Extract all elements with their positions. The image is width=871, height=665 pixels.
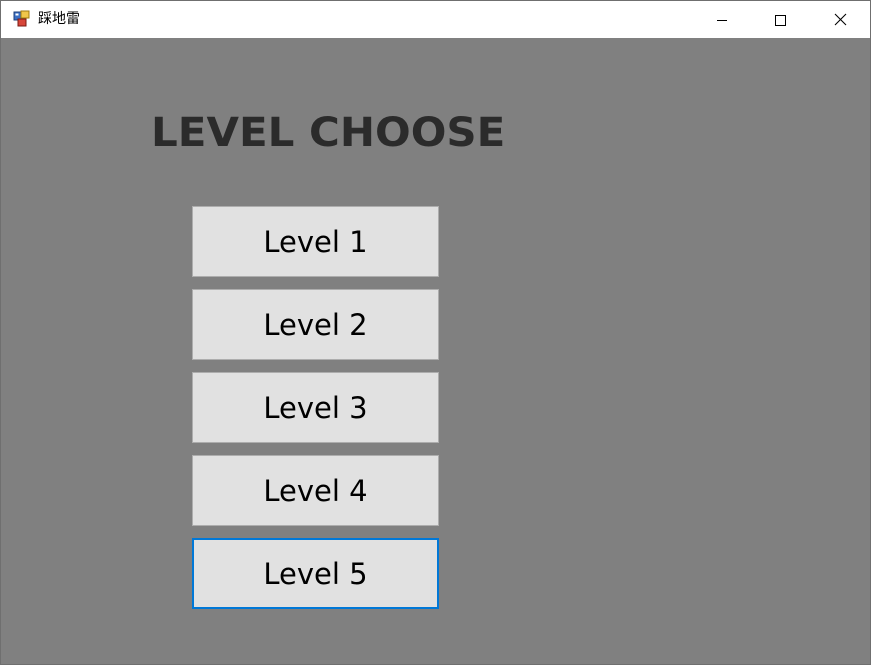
page-title: LEVEL CHOOSE (151, 110, 506, 156)
app-icon (13, 10, 31, 28)
level-3-button[interactable]: Level 3 (192, 372, 439, 443)
app-window: 踩地雷 LEVEL CHOOSE Level 1 Level 2 Level 3… (0, 0, 871, 665)
level-5-button[interactable]: Level 5 (192, 538, 439, 609)
level-1-button[interactable]: Level 1 (192, 206, 439, 277)
close-icon (834, 13, 847, 26)
maximize-button[interactable] (751, 1, 809, 38)
window-title: 踩地雷 (38, 11, 80, 27)
level-2-button[interactable]: Level 2 (192, 289, 439, 360)
client-area: LEVEL CHOOSE Level 1 Level 2 Level 3 Lev… (1, 38, 870, 664)
close-button[interactable] (811, 1, 869, 38)
minimize-icon (716, 14, 728, 26)
title-bar[interactable]: 踩地雷 (1, 1, 870, 38)
level-4-button[interactable]: Level 4 (192, 455, 439, 526)
maximize-icon (774, 14, 786, 26)
minimize-button[interactable] (693, 1, 751, 38)
